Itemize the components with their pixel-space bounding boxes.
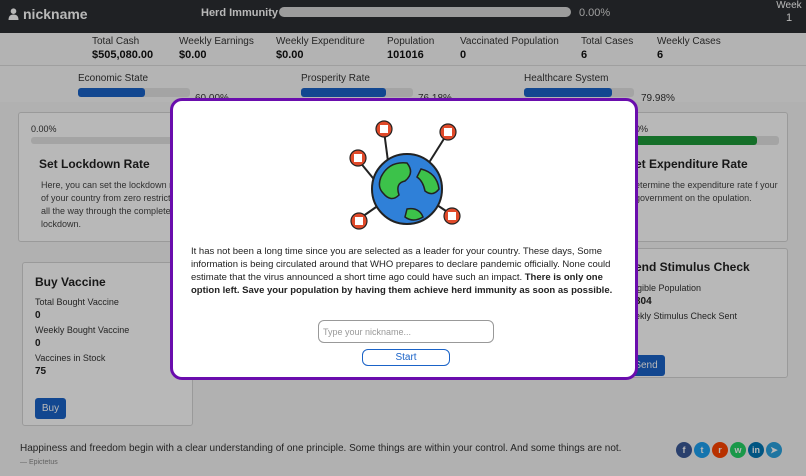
start-button[interactable]: Start xyxy=(362,349,450,366)
virus-globe-icon xyxy=(349,120,461,230)
nickname-input[interactable] xyxy=(318,320,494,343)
intro-story: It has not been a long time since you ar… xyxy=(191,245,623,297)
intro-modal: It has not been a long time since you ar… xyxy=(170,98,638,380)
